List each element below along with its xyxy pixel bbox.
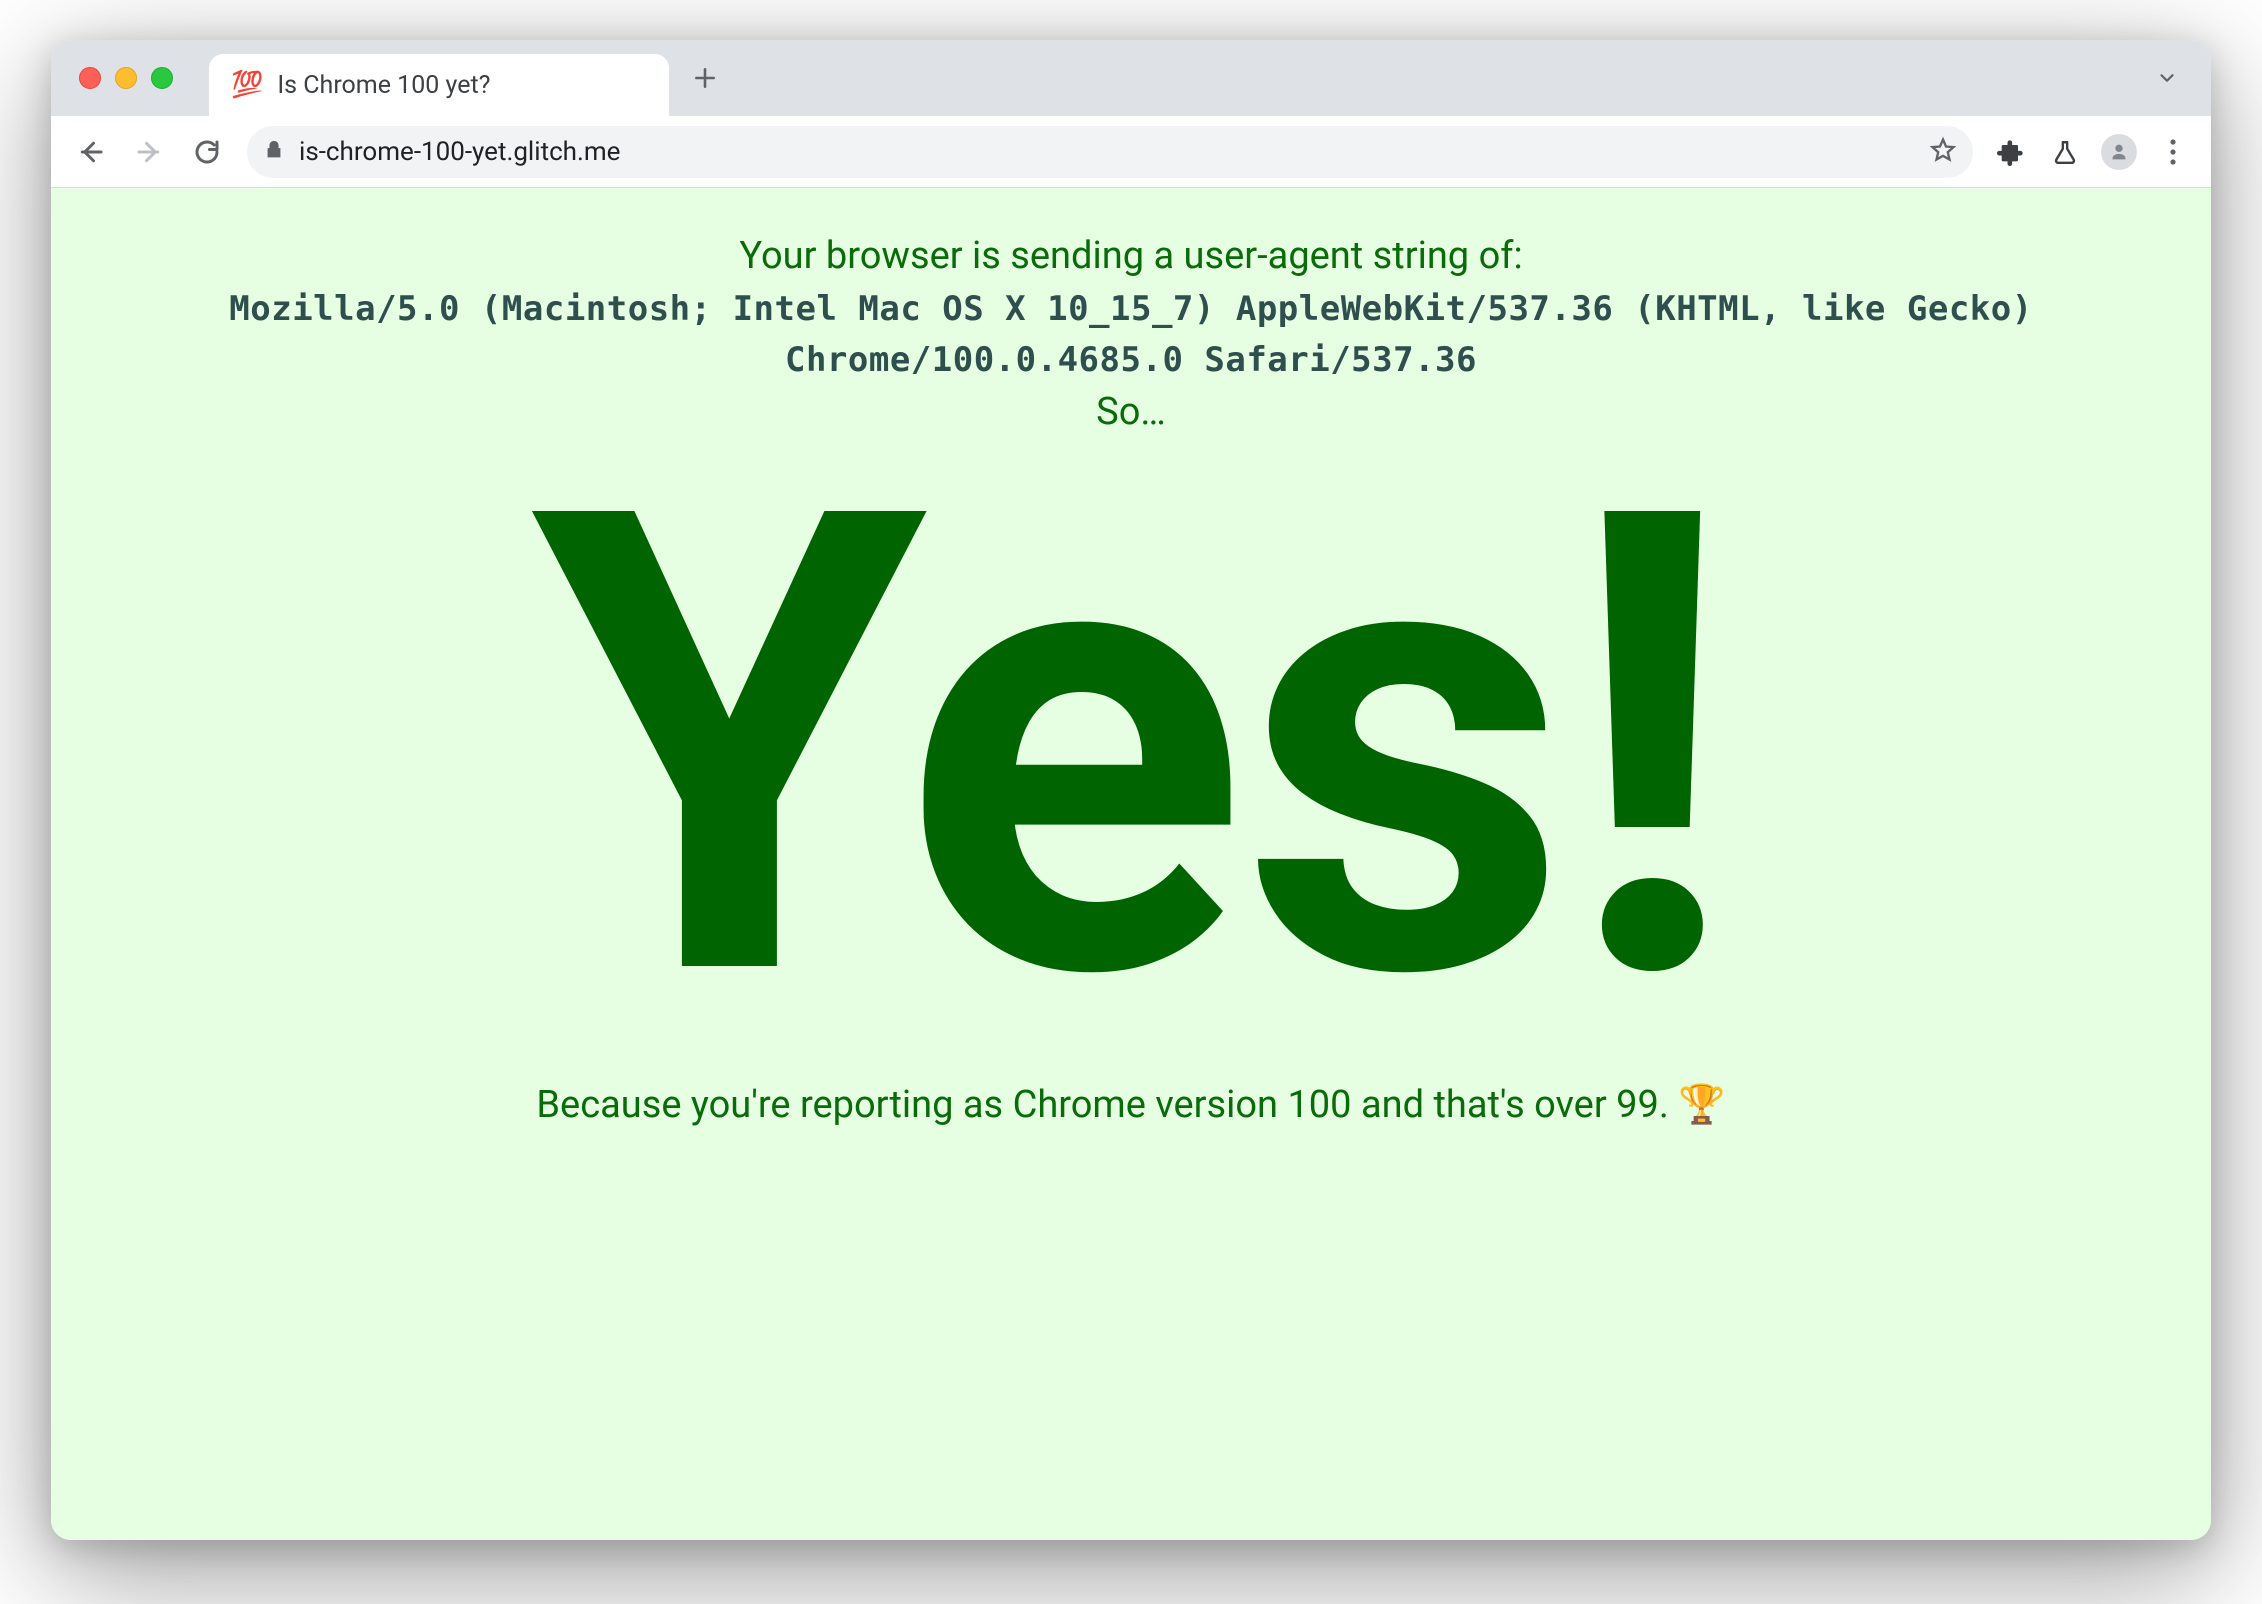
lock-icon[interactable]: [263, 139, 285, 165]
extensions-button[interactable]: [1987, 128, 2035, 176]
back-button[interactable]: [65, 126, 117, 178]
tab-title: Is Chrome 100 yet?: [277, 71, 629, 100]
reason-text: Because you're reporting as Chrome versi…: [51, 1083, 2211, 1127]
reload-button[interactable]: [181, 126, 233, 178]
answer-heading: Yes!: [51, 454, 2211, 1043]
address-bar[interactable]: is-chrome-100-yet.glitch.me: [247, 126, 1973, 178]
tab-search-button[interactable]: [2147, 58, 2187, 98]
maximize-window-button[interactable]: [151, 67, 173, 89]
hundred-points-icon: 💯: [231, 72, 263, 98]
browser-toolbar: is-chrome-100-yet.glitch.me: [51, 116, 2211, 188]
url-text: is-chrome-100-yet.glitch.me: [299, 137, 1915, 167]
close-window-button[interactable]: [79, 67, 101, 89]
profile-avatar-button[interactable]: [2095, 128, 2143, 176]
user-agent-string: Mozilla/5.0 (Macintosh; Intel Mac OS X 1…: [91, 284, 2171, 386]
bookmark-star-icon[interactable]: [1929, 136, 1957, 168]
chrome-menu-button[interactable]: [2149, 128, 2197, 176]
intro-text: Your browser is sending a user-agent str…: [51, 234, 2211, 278]
window-controls: [65, 67, 183, 89]
tab-strip: 💯 Is Chrome 100 yet?: [51, 40, 2211, 116]
forward-button[interactable]: [123, 126, 175, 178]
experiments-flask-icon[interactable]: [2041, 128, 2089, 176]
active-tab[interactable]: 💯 Is Chrome 100 yet?: [209, 54, 669, 116]
browser-window: 💯 Is Chrome 100 yet?: [51, 40, 2211, 1540]
close-tab-button[interactable]: [643, 68, 651, 102]
new-tab-button[interactable]: [681, 54, 729, 102]
page-content: Your browser is sending a user-agent str…: [51, 188, 2211, 1540]
minimize-window-button[interactable]: [115, 67, 137, 89]
